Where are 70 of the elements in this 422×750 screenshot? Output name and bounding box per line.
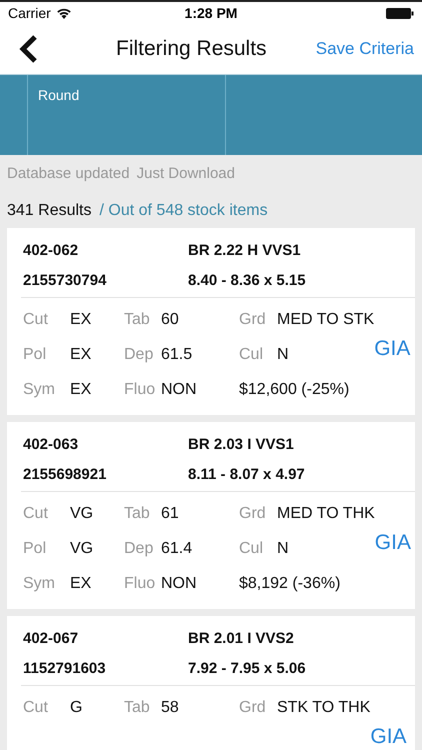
stone-price: $12,600 (-25%) xyxy=(239,380,350,398)
certificate-link[interactable]: GIA xyxy=(370,725,407,749)
stone-id: 2155698921 xyxy=(23,466,108,483)
detail-value: 61.5 xyxy=(161,346,194,364)
detail-label: Cul xyxy=(239,346,264,364)
detail-value: NON xyxy=(161,380,198,398)
stone-measurements: 7.92 - 7.95 x 5.06 xyxy=(188,660,307,677)
shape-filter[interactable]: Round xyxy=(28,75,226,155)
certificate-link[interactable]: GIA xyxy=(374,531,411,555)
detail-value: EX xyxy=(70,310,92,328)
detail-label: Cut xyxy=(23,310,49,328)
detail-value: EX xyxy=(70,380,92,398)
stock-number: 402-063 xyxy=(23,436,80,453)
result-card[interactable]: 402-067 BR 2.01 I VVS2 1152791603 7.92 - 7.95 x 5.06 Cut G Tab 58 Grd STK TO THK GIA xyxy=(7,616,415,750)
wifi-icon xyxy=(56,7,72,19)
database-status: Database updated xyxy=(7,165,130,182)
detail-value: VG xyxy=(70,540,94,558)
result-card[interactable]: 402-063 BR 2.03 I VVS1 2155698921 8.11 - 8.07 x 4.97 Cut VG Tab 61 Grd MED TO THK Pol VG Dep 61.4 Cul N Sym EX Fluo NON $8,192 (-36%) GIA xyxy=(7,422,415,609)
screen-title: Filtering Results xyxy=(116,37,268,61)
detail-value: EX xyxy=(70,346,92,364)
detail-label: Fluo xyxy=(124,574,156,592)
detail-value: MED TO THK xyxy=(277,504,375,522)
detail-value: G xyxy=(70,698,84,716)
detail-label: Cut xyxy=(23,504,49,522)
detail-label: Sym xyxy=(23,574,56,592)
carrier-name: Carrier xyxy=(8,5,51,21)
save-criteria-button[interactable]: Save Criteria xyxy=(316,39,414,59)
detail-value: NON xyxy=(161,574,198,592)
detail-label: Grd xyxy=(239,698,267,716)
stone-price: $8,192 (-36%) xyxy=(239,574,342,592)
detail-value: EX xyxy=(70,574,92,592)
detail-label: Grd xyxy=(239,504,267,522)
stone-description: BR 2.03 I VVS1 xyxy=(188,436,295,453)
detail-label: Grd xyxy=(239,310,267,328)
detail-label: Fluo xyxy=(124,380,156,398)
detail-value: N xyxy=(277,346,290,364)
detail-label: Dep xyxy=(124,540,154,558)
stone-id: 1152791603 xyxy=(23,660,107,677)
stock-number: 402-067 xyxy=(23,630,80,647)
detail-value: N xyxy=(277,540,290,558)
battery-icon xyxy=(386,8,414,18)
detail-value: 61 xyxy=(161,504,180,522)
status-time: 1:28 PM xyxy=(184,5,238,21)
detail-value: VG xyxy=(70,504,94,522)
stone-measurements: 8.11 - 8.07 x 4.97 xyxy=(188,466,306,483)
detail-value: 60 xyxy=(161,310,180,328)
results-count: 341 Results xyxy=(7,202,92,220)
stone-description: BR 2.22 H VVS1 xyxy=(188,242,302,259)
result-card[interactable]: 402-062 BR 2.22 H VVS1 2155730794 8.40 - 8.36 x 5.15 Cut EX Tab 60 Grd MED TO STK Pol EX Dep 61.5 Cul N Sym EX Fluo NON $12,600 (-25%) GIA xyxy=(7,228,415,415)
stone-measurements: 8.40 - 8.36 x 5.15 xyxy=(188,272,307,289)
detail-label: Dep xyxy=(124,346,154,364)
back-icon[interactable] xyxy=(18,35,40,63)
certificate-link[interactable]: GIA xyxy=(374,337,410,361)
detail-label: Tab xyxy=(124,310,151,328)
download-status: Just Download xyxy=(136,165,235,182)
detail-label: Tab xyxy=(124,504,151,522)
detail-value: MED TO STK xyxy=(277,310,374,328)
stone-id: 2155730794 xyxy=(23,272,108,289)
detail-label: Cut xyxy=(23,698,49,716)
stone-description: BR 2.01 I VVS2 xyxy=(188,630,295,647)
detail-value: 61.4 xyxy=(161,540,194,558)
detail-label: Cul xyxy=(239,540,264,558)
detail-value: STK TO THK xyxy=(277,698,370,716)
detail-value: 58 xyxy=(161,698,180,716)
stock-total: / Out of 548 stock items xyxy=(100,202,268,220)
detail-label: Sym xyxy=(23,380,56,398)
detail-label: Pol xyxy=(23,540,48,558)
detail-label: Pol xyxy=(23,346,48,364)
detail-label: Tab xyxy=(124,698,151,716)
stock-number: 402-062 xyxy=(23,242,80,259)
